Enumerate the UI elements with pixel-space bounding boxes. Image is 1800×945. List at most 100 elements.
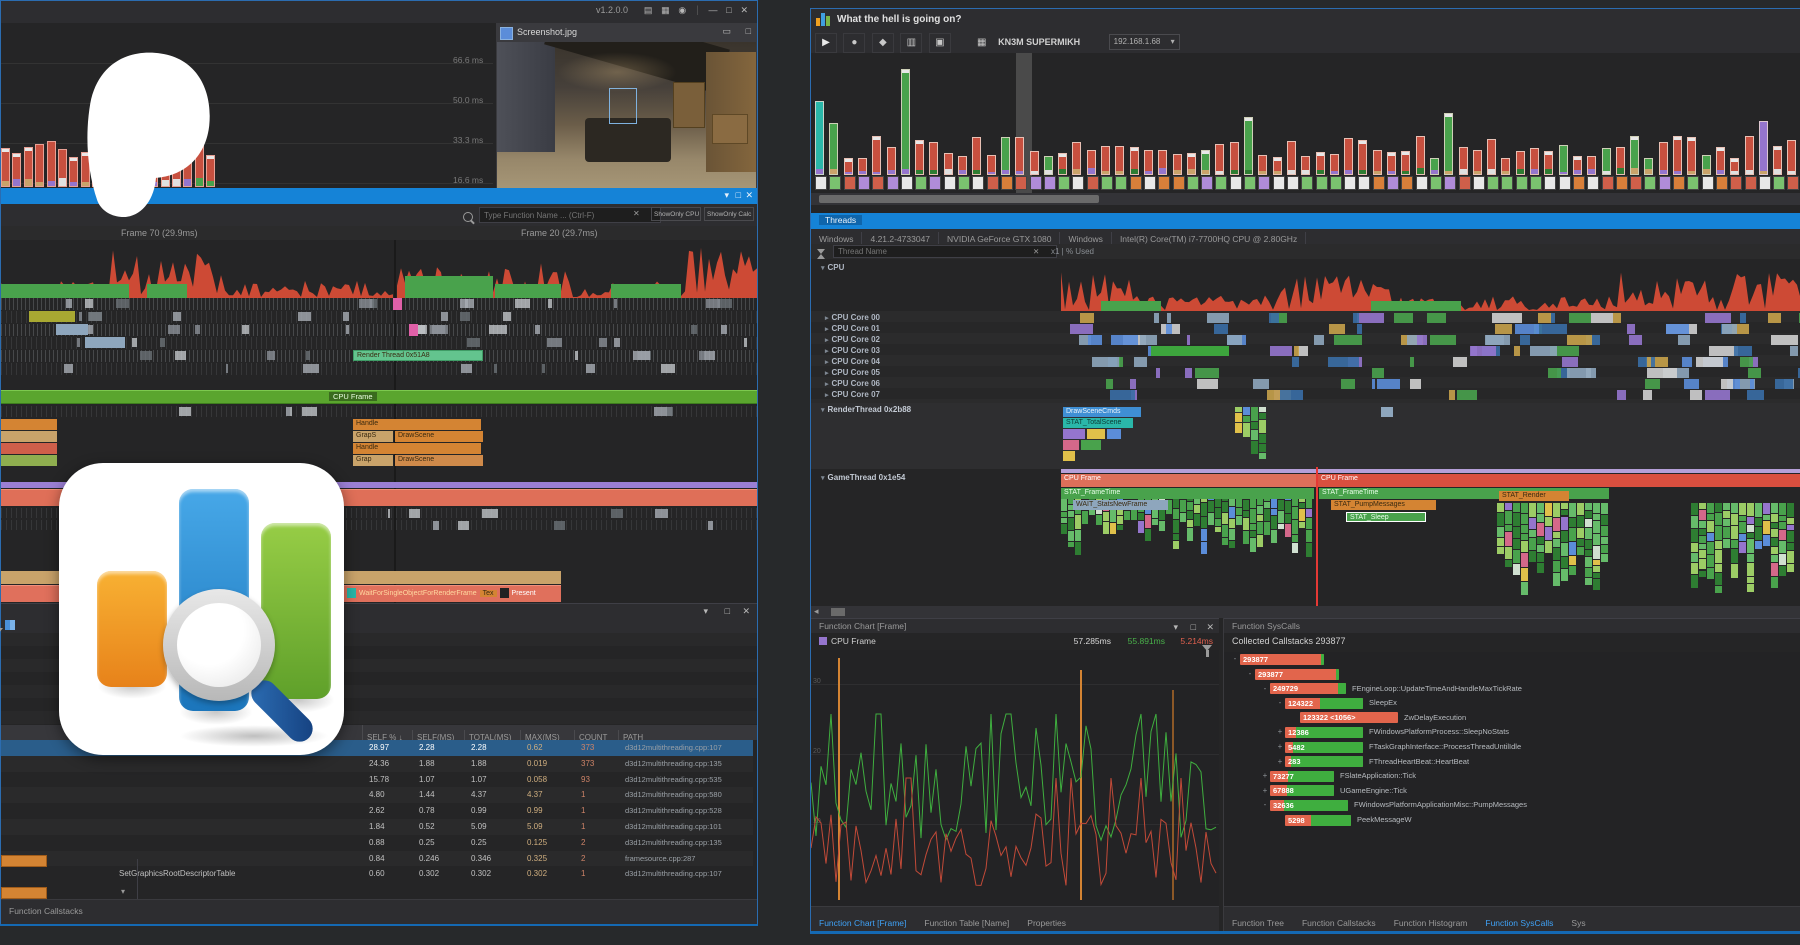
close-icon[interactable]: ✕ (745, 190, 753, 201)
table-row[interactable]: 15.781.071.070.05893d3d12multithreading.… (1, 772, 753, 788)
threads-panel-header[interactable]: Threads (811, 213, 1800, 229)
tab-function-callstacks[interactable]: Function Callstacks (9, 906, 83, 916)
tree-expander[interactable]: + (1275, 727, 1285, 736)
cpu-frame-bar[interactable]: CPU Frame (1, 390, 757, 404)
thread-core-row[interactable]: ▸CPU Core 04 (825, 357, 880, 366)
grid-icon[interactable]: ▦ (658, 5, 673, 16)
thread-filter-input[interactable] (833, 245, 1057, 258)
tree-expander[interactable]: + (1260, 771, 1270, 780)
thread-core-row[interactable]: ▸CPU Core 07 (825, 390, 880, 399)
minimize-button[interactable]: — (705, 5, 720, 15)
scrollbar-handle[interactable] (831, 608, 845, 616)
stop-button[interactable]: ● (843, 33, 865, 53)
play-button[interactable]: ▶ (815, 33, 837, 53)
table-row[interactable]: 24.361.881.880.019373d3d12multithreading… (1, 756, 753, 772)
table-view-icon[interactable] (5, 620, 15, 630)
bottom-tab[interactable]: Sys (1571, 918, 1585, 928)
table-row[interactable]: SetGraphicsRootDescriptorTable0.600.3020… (1, 866, 753, 882)
thread-core-row[interactable]: ▸CPU Core 05 (825, 368, 880, 377)
table-row[interactable]: 2.620.780.990.991d3d12multithreading.cpp… (1, 803, 753, 819)
restore-icon[interactable]: ▭ (719, 26, 734, 37)
stat-bar[interactable]: STAT_PumpMessages (1331, 500, 1436, 510)
drawscene-bar[interactable]: DrawScene (395, 431, 483, 442)
table-row[interactable]: 0.840.2460.3460.3252framesource.cpp:287 (1, 851, 753, 867)
bottom-tab[interactable]: Function Table [Name] (924, 918, 1009, 928)
thread-render-row[interactable]: ▾RenderThread 0x2b88 (821, 405, 911, 414)
syscall-tree-row[interactable]: -293877 (1224, 669, 1800, 684)
save-button[interactable]: ▥ (900, 33, 922, 53)
handle-bar[interactable]: Handle (353, 419, 481, 430)
bottom-tab[interactable]: Function Histogram (1394, 918, 1468, 928)
copy-button[interactable]: ▣ (929, 33, 951, 53)
maximize-icon[interactable]: □ (743, 26, 754, 36)
bottom-tab[interactable]: Function Callstacks (1302, 918, 1376, 928)
expand-chevron[interactable]: ▾ (121, 887, 125, 896)
syscall-tree-row[interactable]: +67888UGameEngine::Tick (1224, 785, 1800, 800)
thread-core-row[interactable]: ▸CPU Core 06 (825, 379, 880, 388)
syscall-tree-row[interactable]: -293877 (1224, 654, 1800, 669)
thread-core-row[interactable]: ▸CPU Core 03 (825, 346, 880, 355)
stat-bar[interactable]: STAT_FrameTime (1061, 488, 1314, 499)
showonly-calc-button[interactable]: ShowOnly Calc CPU/MS ▾ (704, 207, 754, 221)
clear-filter-icon[interactable]: ✕ (1033, 247, 1039, 256)
thread-core-row[interactable]: ▸CPU Core 01 (825, 324, 880, 333)
table-row[interactable]: 0.880.250.250.1252d3d12multithreading.cp… (1, 835, 753, 851)
float-icon[interactable]: □ (736, 190, 741, 200)
syscall-tree-row[interactable]: 5298PeekMessageW (1224, 815, 1800, 830)
open-button[interactable]: ◆ (872, 33, 894, 53)
drawscene-bar[interactable]: DrawScene (395, 455, 483, 466)
table-row[interactable]: 1.840.525.095.091d3d12multithreading.cpp… (1, 819, 753, 835)
gt-cpuframe-left[interactable]: CPU Frame (1061, 474, 1316, 487)
tree-expander[interactable]: - (1260, 684, 1270, 693)
stat-bar-selected[interactable]: STAT_Sleep (1346, 512, 1426, 522)
syscall-tree-row[interactable]: +283FThreadHeartBeat::HeartBeat (1224, 756, 1800, 771)
docs-icon[interactable]: ▤ (641, 5, 656, 16)
syscall-tree-row[interactable]: -32636FWindowsPlatformApplicationMisc::P… (1224, 800, 1800, 815)
grap-bar[interactable]: Grap (353, 455, 393, 466)
event-chip[interactable] (1, 887, 47, 899)
syscall-tree-row[interactable]: -249729FEngineLoop::UpdateTimeAndHandleM… (1224, 683, 1800, 698)
thread-core-row[interactable]: ▸CPU Core 00 (825, 313, 880, 322)
frame-scrollbar[interactable] (811, 193, 1800, 205)
function-chart-canvas[interactable]: 30 20 10 (811, 650, 1219, 906)
stat-bar[interactable]: WAIT_StatsNewFrame (1073, 500, 1168, 510)
graps-bar[interactable]: GrapS (353, 431, 393, 442)
syscall-tree-row[interactable]: -124322SleepEx (1224, 698, 1800, 713)
syscall-tree-row[interactable]: 123322 <1056>ZwDelayExecution (1224, 712, 1800, 727)
tree-expander[interactable]: - (1260, 800, 1270, 809)
maximize-button[interactable]: □ (723, 5, 734, 15)
handle-bar[interactable]: Handle (353, 443, 481, 454)
tree-expander[interactable]: + (1275, 757, 1285, 766)
settings-icon[interactable]: ◉ (675, 5, 689, 16)
syscall-tree-row[interactable]: +73277FSlateApplication::Tick (1224, 771, 1800, 786)
thread-core-row[interactable]: ▸CPU Core 02 (825, 335, 880, 344)
tree-expander[interactable]: + (1260, 786, 1270, 795)
tree-expander[interactable]: - (1245, 669, 1255, 678)
close-button[interactable]: ✕ (737, 5, 751, 16)
frame-header[interactable]: Frame 20 (29.7ms) (521, 228, 598, 238)
clear-search-icon[interactable]: ✕ (633, 209, 640, 218)
stat-bar[interactable]: STAT_Render (1499, 491, 1569, 501)
collapse-icon[interactable]: ▾ (724, 190, 729, 201)
rt-block[interactable]: DrawSceneCmds (1063, 407, 1141, 417)
address-dropdown[interactable]: 192.168.1.68 ▾ (1109, 34, 1180, 50)
tree-expander[interactable]: - (1275, 698, 1285, 707)
thread-game-row[interactable]: ▾GameThread 0x1e54 (821, 473, 905, 482)
tree-expander[interactable]: - (1230, 654, 1240, 663)
filter-icon[interactable] (1202, 645, 1212, 651)
showonly-cores-button[interactable]: ShowOnly CPU CORES (651, 207, 701, 221)
bottom-tab[interactable]: Function SysCalls (1485, 918, 1553, 928)
event-chip[interactable] (1, 855, 47, 867)
bottom-tab[interactable]: Function Tree (1232, 918, 1284, 928)
bottom-tab[interactable]: Function Chart [Frame] (819, 918, 906, 928)
table-row[interactable]: 4.801.444.374.371d3d12multithreading.cpp… (1, 787, 753, 803)
bottom-tab[interactable]: Properties (1027, 918, 1066, 928)
render-thread-bar[interactable]: Render Thread 0x51A8 (353, 350, 483, 361)
gt-cpuframe-right[interactable]: CPU Frame (1318, 474, 1800, 487)
scale-label[interactable]: x1 | % Used (1051, 247, 1094, 256)
rt-block[interactable]: STAT_TotalScene (1063, 418, 1133, 428)
threads-timeline[interactable]: ▾CPU ▸CPU Core 00 ▸CPU Core 01 ▸CPU Core… (811, 259, 1800, 606)
thread-group-cpu[interactable]: ▾CPU (821, 263, 844, 272)
scroll-left-arrow[interactable]: ◂ (814, 606, 819, 617)
syscall-tree-row[interactable]: +5482FTaskGraphInterface::ProcessThreadU… (1224, 742, 1800, 757)
